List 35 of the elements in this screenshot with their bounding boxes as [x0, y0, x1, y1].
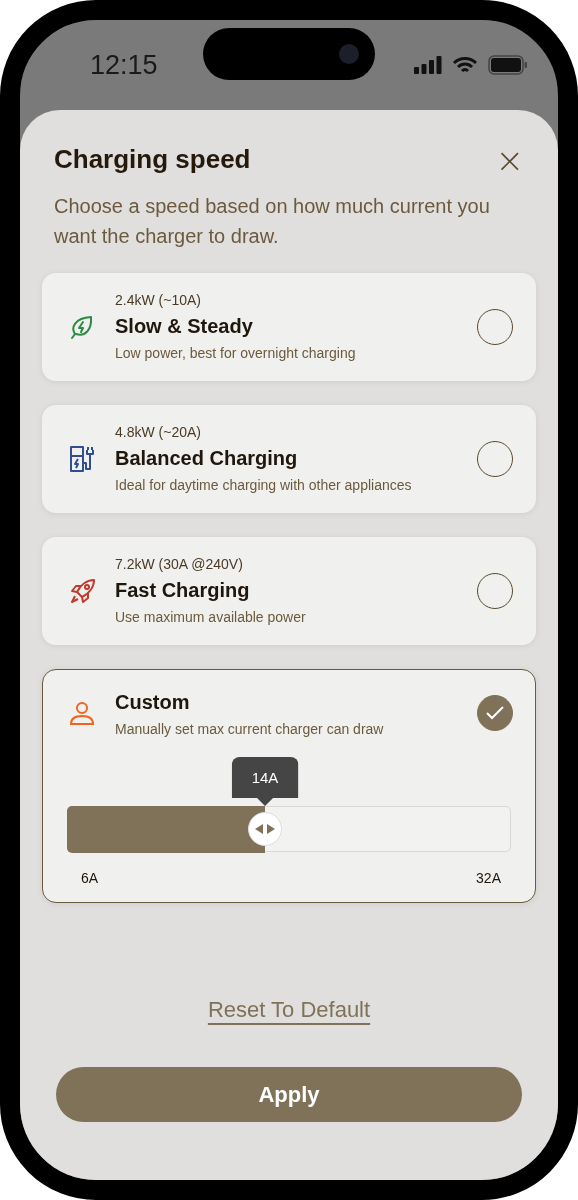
leaf-bolt-icon [69, 314, 95, 340]
option-card[interactable]: 4.8kW (~20A) Balanced Charging Ideal for daytime charging with other appliances [42, 405, 536, 513]
checked-radio-button[interactable] [477, 695, 513, 731]
min-label: 6A [81, 870, 99, 886]
slider-track[interactable] [67, 806, 511, 852]
power-rating: 4.8kW (~20A) [115, 423, 202, 442]
power-rating: 7.2kW (30A @240V) [115, 555, 244, 574]
sheet-subtitle: Choose a speed based on how much current you want the charger to draw. [54, 194, 491, 249]
option-title: Slow & Steady [115, 314, 254, 339]
value-tooltip: 14A [231, 757, 299, 806]
battery-icon [488, 55, 528, 75]
rocket-icon [69, 577, 97, 605]
option-description: Use maximum available power [115, 608, 307, 627]
option-title: Balanced Charging [115, 446, 299, 471]
signal-icon [414, 56, 442, 74]
max-label: 32A [476, 870, 501, 886]
charging-station-icon [69, 445, 95, 473]
option-description: Ideal for daytime charging with other appliances [115, 476, 413, 495]
reset-link[interactable]: Reset To Default [207, 997, 371, 1023]
slider-handle[interactable] [248, 812, 283, 846]
status-time: 12:15 [90, 49, 158, 81]
apply-button[interactable]: Apply [56, 1067, 522, 1122]
option-card[interactable]: Custom Manually set max current charger can draw 14A 6A 32A [42, 669, 536, 903]
option-title: Fast Charging [115, 578, 251, 603]
sheet-title: Charging speed [54, 144, 252, 175]
power-rating: 2.4kW (~10A) [115, 291, 202, 310]
option-card[interactable]: 7.2kW (30A @240V) Fast Charging Use maximum available power [42, 537, 536, 645]
checkmark-icon [486, 706, 504, 720]
option-title: Custom [115, 690, 191, 715]
option-card[interactable]: 2.4kW (~10A) Slow & Steady Low power, best for overnight charging [42, 273, 536, 381]
option-description: Manually set max current charger can draw [115, 720, 385, 739]
option-description: Low power, best for overnight charging [115, 344, 357, 363]
person-icon [69, 700, 95, 726]
close-button[interactable]: × [495, 145, 524, 174]
wifi-icon [452, 55, 478, 75]
